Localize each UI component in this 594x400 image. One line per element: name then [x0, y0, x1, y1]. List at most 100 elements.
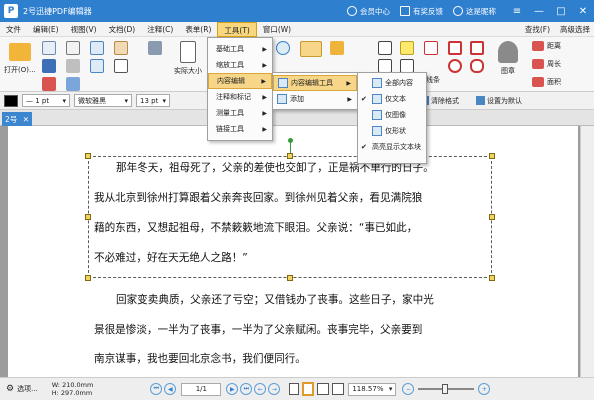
- member-center-button[interactable]: 会员中心: [347, 6, 390, 17]
- resize-handle[interactable]: [85, 275, 91, 281]
- text-only-icon: [372, 94, 382, 104]
- zoom-slider-thumb[interactable]: [442, 384, 449, 394]
- close-icon[interactable]: ✕: [23, 115, 29, 124]
- rectangle-icon[interactable]: [448, 41, 462, 55]
- set-default-button[interactable]: 设置为默认: [476, 96, 522, 106]
- menu-item-all-content[interactable]: 全部内容: [358, 75, 426, 91]
- text-tool-icon[interactable]: [378, 41, 392, 55]
- perimeter-tool[interactable]: 周长: [532, 59, 561, 69]
- textbox-icon[interactable]: [400, 59, 414, 73]
- pencil-icon[interactable]: [330, 41, 344, 55]
- resize-handle[interactable]: [85, 153, 91, 159]
- menu-item-content-edit[interactable]: 内容编辑 ▶: [208, 73, 272, 89]
- menu-icon[interactable]: ≡: [506, 0, 528, 22]
- line-tool-icon[interactable]: [424, 41, 438, 55]
- last-page-button[interactable]: ⏭: [240, 383, 253, 395]
- save-icon[interactable]: [42, 59, 56, 73]
- menu-comment[interactable]: 注释(C): [141, 22, 179, 37]
- chevron-down-icon: ▾: [62, 96, 66, 105]
- prev-page-button[interactable]: ◀: [164, 383, 177, 395]
- menu-item-measure-tools[interactable]: 测量工具 ▶: [208, 105, 272, 121]
- zoom-out-button[interactable]: −: [402, 383, 415, 395]
- next-page-button[interactable]: ▶: [226, 383, 239, 395]
- email-icon[interactable]: [66, 41, 80, 55]
- options-button[interactable]: 选项...: [17, 384, 38, 394]
- menu-form[interactable]: 表单(R): [179, 22, 217, 37]
- menu-item-image-only[interactable]: 仅图像: [358, 107, 426, 123]
- menu-item-zoom-tools[interactable]: 缩放工具 ▶: [208, 57, 272, 73]
- select-text-icon[interactable]: [114, 59, 128, 73]
- zoom-in-button[interactable]: +: [478, 383, 491, 395]
- forward-button[interactable]: →: [268, 383, 281, 395]
- first-page-button[interactable]: ⏮: [150, 383, 163, 395]
- maximize-button[interactable]: □: [550, 0, 572, 22]
- menu-edit[interactable]: 编辑(E): [27, 22, 65, 37]
- font-select[interactable]: 微软雅黑 ▾: [74, 94, 132, 107]
- stamp-button[interactable]: 图章: [498, 41, 518, 76]
- callout-icon[interactable]: [378, 59, 392, 73]
- tab-bar: 2号 ✕: [0, 110, 594, 126]
- resize-handle[interactable]: [489, 214, 495, 220]
- menu-item-add[interactable]: 添加 ▶: [273, 91, 357, 107]
- menu-window[interactable]: 窗口(W): [257, 22, 297, 37]
- color-swatch[interactable]: [4, 94, 18, 107]
- document-tab[interactable]: 2号 ✕: [2, 112, 32, 126]
- actual-size-button[interactable]: 实际大小: [174, 41, 202, 76]
- content-edit-submenu: 内容编辑工具 ▶ 添加 ▶: [272, 72, 358, 110]
- zoom-in-icon[interactable]: [276, 41, 290, 55]
- feedback-button[interactable]: 有奖反馈: [400, 6, 443, 17]
- resize-handle[interactable]: [489, 275, 495, 281]
- menu-file[interactable]: 文件: [0, 22, 27, 37]
- resize-handle[interactable]: [287, 275, 293, 281]
- gift-icon: [400, 6, 410, 16]
- menu-item-highlight-text-blocks[interactable]: ✔ 高亮显示文本块: [358, 139, 426, 155]
- resize-handle[interactable]: [85, 214, 91, 220]
- distance-tool[interactable]: 距离: [532, 41, 561, 51]
- scan-icon[interactable]: [66, 77, 80, 91]
- cloud-icon[interactable]: [470, 59, 484, 73]
- minimize-button[interactable]: —: [528, 0, 550, 22]
- find-button[interactable]: 查找(F): [525, 24, 550, 35]
- note-icon[interactable]: [400, 41, 414, 55]
- line-width-select[interactable]: — 1 pt ▾: [22, 94, 70, 107]
- page-number-input[interactable]: 1/1: [181, 382, 222, 396]
- back-button[interactable]: ←: [254, 383, 267, 395]
- polygon-icon[interactable]: [470, 41, 484, 55]
- zoom-slider[interactable]: [418, 384, 475, 394]
- menu-view[interactable]: 视图(V): [65, 22, 103, 37]
- menu-document[interactable]: 文档(D): [103, 22, 142, 37]
- menu-item-link-tools[interactable]: 链接工具 ▶: [208, 121, 272, 137]
- pdf-icon[interactable]: [42, 77, 56, 91]
- paragraph-line: 南京谋事，我也要回北京念书，我们便同行。: [94, 353, 306, 365]
- shape-only-icon: [372, 126, 382, 136]
- two-page-view-icon[interactable]: [317, 383, 330, 395]
- open-button[interactable]: 打开(O)...: [4, 43, 36, 75]
- resize-handle[interactable]: [489, 153, 495, 159]
- menu-item-basic-tools[interactable]: 基础工具 ▶: [208, 41, 272, 57]
- single-page-view-icon[interactable]: [289, 383, 300, 395]
- camera-icon[interactable]: [148, 41, 162, 55]
- menu-item-content-edit-tools[interactable]: 内容编辑工具 ▶: [273, 75, 357, 91]
- facing-view-icon[interactable]: [332, 383, 345, 395]
- hand-icon[interactable]: [114, 41, 128, 55]
- print-icon[interactable]: [66, 59, 80, 73]
- menu-item-comments-markup[interactable]: 注释和标记 ▶: [208, 89, 272, 105]
- area-tool[interactable]: 面积: [532, 77, 561, 87]
- edit-content-icon[interactable]: [300, 41, 322, 57]
- font-size-select[interactable]: 13 pt ▾: [136, 94, 170, 107]
- undo-icon[interactable]: [90, 41, 104, 55]
- zoom-select[interactable]: 118.57% ▾: [348, 382, 397, 396]
- continuous-view-icon[interactable]: [302, 382, 315, 396]
- vertical-scrollbar[interactable]: [580, 126, 594, 377]
- redo-icon[interactable]: [90, 59, 104, 73]
- close-button[interactable]: ✕: [572, 0, 594, 22]
- new-icon[interactable]: [42, 41, 56, 55]
- advanced-select-button[interactable]: 高级选择: [560, 24, 590, 35]
- user-account[interactable]: 这是昵称: [453, 6, 496, 17]
- menu-tools[interactable]: 工具(T): [217, 21, 257, 37]
- resize-handle[interactable]: [287, 153, 293, 159]
- menu-item-shape-only[interactable]: 仅形状: [358, 123, 426, 139]
- gear-icon[interactable]: ⚙: [6, 384, 14, 394]
- ellipse-icon[interactable]: [448, 59, 462, 73]
- menu-item-text-only[interactable]: ✔ 仅文本: [358, 91, 426, 107]
